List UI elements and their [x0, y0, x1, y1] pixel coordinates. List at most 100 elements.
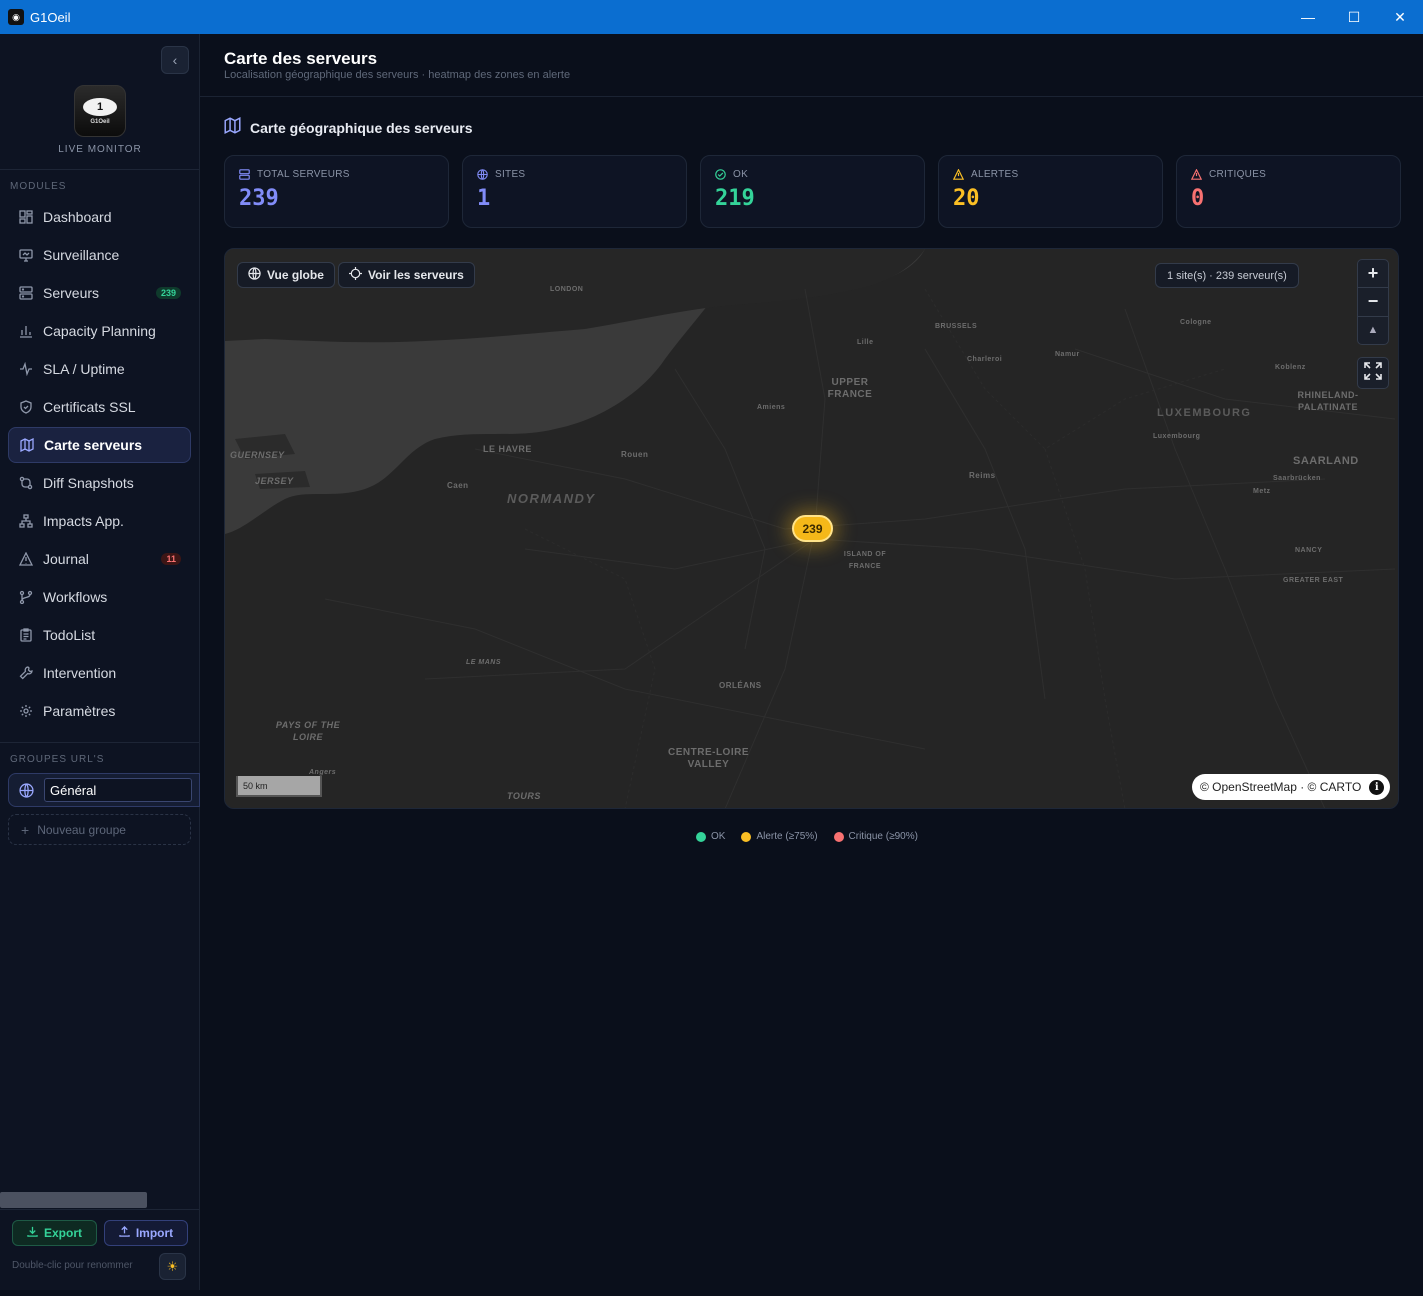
section-title: Carte géographique des serveurs [224, 117, 473, 139]
dashboard-icon [18, 209, 34, 225]
sidebar-item-journal[interactable]: Journal 11 [8, 541, 191, 577]
map-label-centre: CENTRE-LOIRE VALLEY [668, 747, 749, 770]
brand-subtitle: LIVE MONITOR [58, 144, 142, 155]
server-cluster-marker[interactable]: 239 [792, 515, 833, 542]
minimize-button[interactable]: — [1285, 0, 1331, 34]
map-legend: OK Alerte (≥75%) Critique (≥90%) [696, 831, 918, 842]
export-button[interactable]: Export [12, 1220, 97, 1246]
legend-item-alerte: Alerte (≥75%) [741, 831, 818, 842]
sidebar-item-capacity-planning[interactable]: Capacity Planning [8, 313, 191, 349]
stat-card-total-serveurs: TOTAL SERVEURS 239 [224, 155, 449, 228]
workflow-icon [18, 589, 34, 605]
modules-label: MODULES [10, 181, 67, 192]
alert-triangle-icon [1191, 168, 1203, 180]
map-label-brussels: BRUSSELS [935, 323, 978, 330]
import-button[interactable]: Import [104, 1220, 188, 1246]
sidebar-item-sla-uptime[interactable]: SLA / Uptime [8, 351, 191, 387]
sidebar-item-surveillance[interactable]: Surveillance [8, 237, 191, 273]
zoom-out-button[interactable]: − [1358, 288, 1388, 317]
globe-icon [19, 782, 35, 798]
map-label-luxembourg-city: Luxembourg [1153, 433, 1201, 440]
legend-dot [741, 831, 752, 842]
page-header: Carte des serveurs Localisation géograph… [200, 34, 1423, 97]
stat-card-sites: SITES 1 [462, 155, 687, 228]
group-name-input[interactable]: Général [44, 778, 192, 802]
map-label-rouen: Rouen [621, 450, 649, 459]
map-label-koblenz: Koblenz [1275, 364, 1306, 371]
stat-card-ok: OK 219 [700, 155, 925, 228]
map-label-amiens: Amiens [757, 404, 786, 411]
page-subtitle: Localisation géographique des serveurs ·… [224, 69, 571, 81]
map-scale: 50 km [236, 776, 322, 797]
map-label-le-mans: LE MANS [466, 659, 501, 666]
fullscreen-button[interactable] [1357, 357, 1389, 389]
map-label-upper-france: UPPER FRANCE [827, 377, 873, 400]
sidebar-item-impacts-app[interactable]: Impacts App. [8, 503, 191, 539]
map-label-london: LONDON [550, 286, 584, 293]
sidebar-item-certificats-ssl[interactable]: Certificats SSL [8, 389, 191, 425]
info-icon[interactable]: i [1369, 779, 1385, 795]
sidebar-item-diff-snapshots[interactable]: Diff Snapshots [8, 465, 191, 501]
window-title: G1Oeil [30, 9, 71, 25]
upload-icon [119, 1226, 130, 1240]
warning-icon [18, 551, 34, 567]
sidebar-scrollbar[interactable] [0, 1192, 147, 1208]
check-circle-icon [715, 168, 727, 180]
sun-icon: ☀ [166, 1258, 179, 1274]
map-label-nancy: NANCY [1295, 547, 1323, 554]
zoom-controls: + − ▲ [1357, 259, 1389, 345]
map-label-lille: Lille [857, 339, 874, 346]
sidebar-item-carte-serveurs[interactable]: Carte serveurs [8, 427, 191, 463]
map-label-guernsey: GUERNSEY [230, 450, 285, 460]
clipboard-icon [18, 627, 34, 643]
site-count-badge: 1 site(s) · 239 serveur(s) [1155, 263, 1299, 288]
globe-icon [248, 267, 261, 283]
globe-icon [477, 168, 489, 180]
gear-icon [18, 703, 34, 719]
map-label-namur: Namur [1055, 351, 1080, 358]
network-icon [18, 513, 34, 529]
app-icon: ◉ [8, 9, 24, 25]
legend-item-critique: Critique (≥90%) [833, 831, 918, 842]
server-map[interactable]: LONDON BRUSSELS Lille Charleroi Namur Co… [224, 248, 1399, 809]
legend-item-ok: OK [696, 831, 725, 842]
map-label-normandy: NORMANDY [507, 491, 596, 506]
map-icon [19, 437, 35, 453]
new-group-button[interactable]: + Nouveau groupe [8, 814, 191, 845]
sidebar-item-serveurs[interactable]: Serveurs 239 [8, 275, 191, 311]
sidebar-item-dashboard[interactable]: Dashboard [8, 199, 191, 235]
server-icon [18, 285, 34, 301]
sidebar-item-parametres[interactable]: Paramètres [8, 693, 191, 729]
stat-value: 0 [1191, 186, 1205, 211]
group-item-general[interactable]: Général [8, 773, 200, 807]
map-label-luxembourg: LUXEMBOURG [1157, 407, 1252, 419]
activity-icon [18, 361, 34, 377]
crosshair-icon [349, 267, 362, 283]
collapse-sidebar-button[interactable]: ‹ [161, 46, 189, 74]
stat-value: 239 [239, 186, 279, 211]
map-label-jersey: JERSEY [255, 476, 294, 486]
expand-icon [1364, 361, 1382, 385]
sidebar-item-workflows[interactable]: Workflows [8, 579, 191, 615]
page-title: Carte des serveurs [224, 49, 378, 68]
map-label-rhineland: RHINELAND-PALATINATE [1297, 390, 1359, 412]
map-label-grand-est: GREATER EAST [1283, 577, 1344, 584]
warning-icon [953, 168, 965, 180]
compass-button[interactable]: ▲ [1358, 317, 1388, 344]
maximize-button[interactable]: ☐ [1331, 0, 1377, 34]
download-icon [27, 1226, 38, 1240]
journal-count-badge: 11 [161, 553, 181, 565]
globe-view-button[interactable]: Vue globe [237, 262, 335, 288]
close-window-button[interactable]: ✕ [1377, 0, 1423, 34]
sidebar-item-todolist[interactable]: TodoList [8, 617, 191, 653]
stats-cards: TOTAL SERVEURS 239 SITES 1 OK 219 ALERTE… [224, 155, 1401, 228]
server-icon [239, 168, 251, 180]
sidebar-item-intervention[interactable]: Intervention [8, 655, 191, 691]
chevron-left-icon: ‹ [172, 52, 178, 68]
zoom-in-button[interactable]: + [1358, 260, 1388, 289]
show-servers-button[interactable]: Voir les serveurs [338, 262, 475, 288]
sidebar-nav: Dashboard Surveillance Serveurs 239 Capa… [8, 199, 191, 731]
map-label-saarbrucken: Saarbrücken [1273, 475, 1321, 482]
main-content: Carte des serveurs Localisation géograph… [200, 34, 1423, 1290]
theme-toggle-button[interactable]: ☀ [159, 1253, 186, 1280]
